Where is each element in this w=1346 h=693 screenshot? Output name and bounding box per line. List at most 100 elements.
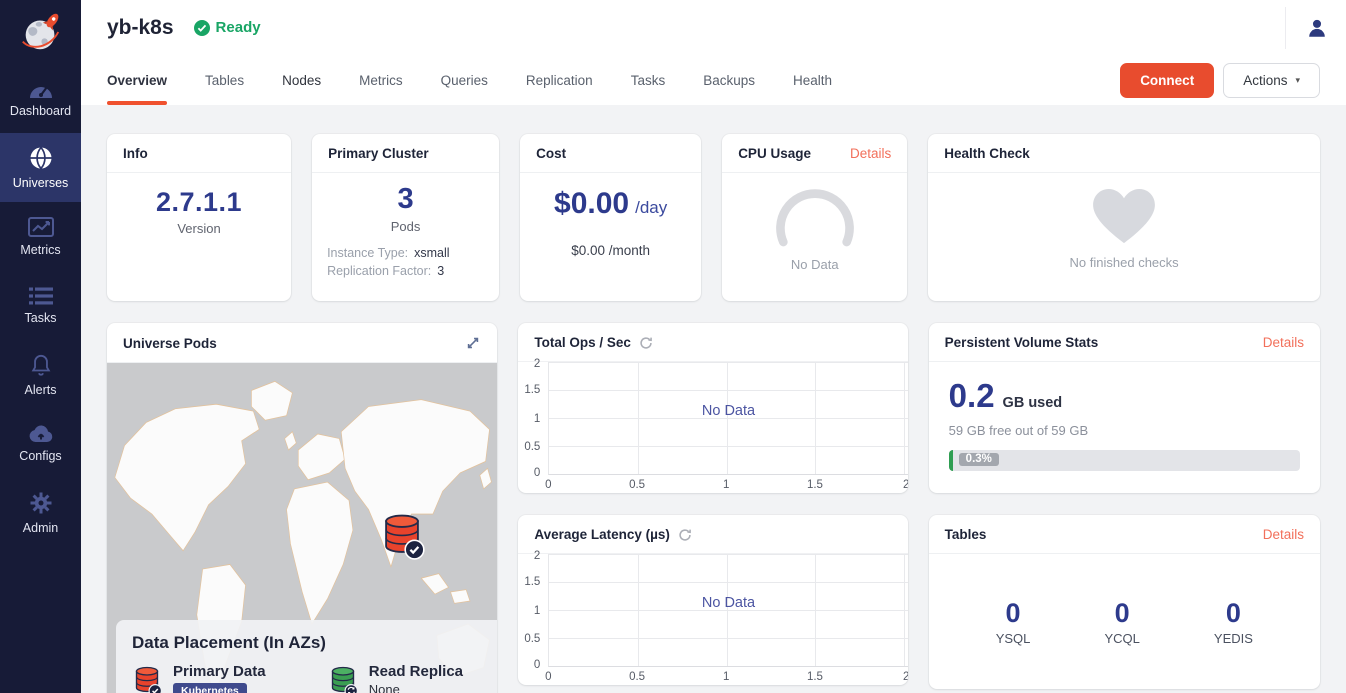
refresh-icon[interactable] <box>639 336 653 350</box>
tab-tables[interactable]: Tables <box>205 55 244 105</box>
pv-usage-bar: 0.3% <box>949 450 1300 471</box>
sidebar-item-dashboard[interactable]: Dashboard <box>0 64 81 133</box>
app-root: Dashboard Universes Metrics <box>0 0 1346 693</box>
sidebar-item-admin[interactable]: Admin <box>0 478 81 547</box>
tab-replication[interactable]: Replication <box>526 55 593 105</box>
average-latency-card: Average Latency (µs) 2 1.5 <box>518 515 907 685</box>
tab-nodes[interactable]: Nodes <box>282 55 321 105</box>
instance-type-row: Instance Type:xsmall <box>327 246 484 260</box>
sidebar-item-label: Alerts <box>25 383 57 397</box>
card-title: Tables <box>945 527 987 542</box>
sidebar: Dashboard Universes Metrics <box>0 0 81 693</box>
universe-title-row: yb-k8s Ready <box>81 0 1346 55</box>
sidebar-item-label: Admin <box>23 521 58 535</box>
expand-icon[interactable] <box>465 335 481 351</box>
tab-overview[interactable]: Overview <box>107 55 167 105</box>
x-axis: 0 0.5 1 1.5 2 <box>548 476 907 493</box>
connect-button[interactable]: Connect <box>1120 63 1214 98</box>
pv-used-value: 0.2 <box>949 377 995 415</box>
cost-per-day-value: $0.00 <box>554 187 629 221</box>
average-latency-chart: 2 1.5 1 0.5 0 No Data <box>518 554 907 685</box>
no-data-label: No Data <box>702 595 755 611</box>
version-caption: Version <box>177 221 220 236</box>
read-replica-legend: Read Replica None <box>328 663 463 693</box>
map-column: Universe Pods <box>107 323 497 693</box>
yedis-count-item: 0 YEDIS <box>1214 598 1253 646</box>
metrics-chart-icon <box>28 217 54 237</box>
user-profile-icon[interactable] <box>1306 17 1328 39</box>
status-badge: Ready <box>194 19 261 36</box>
pods-count: 3 <box>398 183 414 216</box>
data-placement-overlay: Data Placement (In AZs) <box>116 620 497 693</box>
total-ops-card: Total Ops / Sec 2 1.5 1 <box>518 323 907 493</box>
card-title: Info <box>123 146 148 161</box>
tables-details-link[interactable]: Details <box>1263 527 1304 542</box>
summary-cards-row: Info 2.7.1.1 Version Primary Cluster 3 P… <box>107 134 1320 301</box>
universe-tabs-row: Overview Tables Nodes Metrics Queries Re… <box>81 55 1346 105</box>
sidebar-item-label: Dashboard <box>10 104 71 118</box>
info-card: Info 2.7.1.1 Version <box>107 134 291 301</box>
tab-metrics[interactable]: Metrics <box>359 55 403 105</box>
world-map[interactable]: Data Placement (In AZs) <box>107 363 497 693</box>
universe-tabs: Overview Tables Nodes Metrics Queries Re… <box>107 55 832 105</box>
charts-column: Total Ops / Sec 2 1.5 1 <box>518 323 907 693</box>
topbar: yb-k8s Ready Overview Table <box>81 0 1346 105</box>
yugabyte-logo[interactable] <box>0 0 81 64</box>
configs-cloud-icon <box>28 424 54 443</box>
cost-per-month: $0.00 /month <box>571 243 650 258</box>
card-title: Cost <box>536 146 566 161</box>
sidebar-item-alerts[interactable]: Alerts <box>0 340 81 409</box>
tab-health[interactable]: Health <box>793 55 832 105</box>
sidebar-item-label: Metrics <box>20 243 60 257</box>
card-title: Health Check <box>944 146 1030 161</box>
cost-unit: /day <box>635 198 667 218</box>
read-replica-label: Read Replica <box>369 663 463 680</box>
card-title: Average Latency (µs) <box>534 527 692 542</box>
sidebar-item-universes[interactable]: Universes <box>0 133 81 202</box>
plot-area: No Data <box>548 554 907 667</box>
card-title: Persistent Volume Stats <box>945 335 1099 350</box>
plot-area: No Data <box>548 362 907 475</box>
data-placement-title: Data Placement (In AZs) <box>132 633 488 653</box>
status-label: Ready <box>216 19 261 36</box>
sidebar-item-label: Configs <box>19 449 61 463</box>
heart-icon <box>1093 189 1155 245</box>
primary-data-db-icon <box>132 663 162 693</box>
universe-name: yb-k8s <box>107 16 174 40</box>
sidebar-item-label: Tasks <box>25 311 57 325</box>
topbar-right <box>1285 7 1328 49</box>
actions-dropdown-button[interactable]: Actions ▾ <box>1223 63 1320 98</box>
admin-gear-icon <box>29 491 53 515</box>
sidebar-item-configs[interactable]: Configs <box>0 409 81 478</box>
tab-tasks[interactable]: Tasks <box>631 55 666 105</box>
pods-caption: Pods <box>391 219 421 234</box>
sidebar-item-metrics[interactable]: Metrics <box>0 202 81 271</box>
tab-queries[interactable]: Queries <box>441 55 488 105</box>
overview-content: Info 2.7.1.1 Version Primary Cluster 3 P… <box>81 105 1346 693</box>
stats-column: Persistent Volume Stats Details 0.2 GB u… <box>929 323 1320 693</box>
pv-free-label: 59 GB free out of 59 GB <box>949 423 1300 438</box>
check-circle-icon <box>194 20 210 36</box>
pv-used-unit: GB used <box>1003 395 1063 411</box>
y-axis: 2 1.5 1 0.5 0 <box>518 362 544 475</box>
persistent-volume-card: Persistent Volume Stats Details 0.2 GB u… <box>929 323 1320 493</box>
primary-data-label: Primary Data <box>173 663 315 680</box>
cpu-details-link[interactable]: Details <box>850 146 891 161</box>
card-title: CPU Usage <box>738 146 811 161</box>
ysql-count-item: 0 YSQL <box>996 598 1031 646</box>
header-actions: Connect Actions ▾ <box>1120 55 1320 105</box>
globe-icon <box>29 146 53 170</box>
tables-card: Tables Details 0 YSQL 0 YCQL <box>929 515 1320 689</box>
cpu-usage-card: CPU Usage Details No Data <box>722 134 907 301</box>
primary-data-marker-icon[interactable] <box>379 511 425 561</box>
cost-card: Cost $0.00 /day $0.00 /month <box>520 134 701 301</box>
ycql-count-item: 0 YCQL <box>1104 598 1139 646</box>
alerts-bell-icon <box>30 353 52 377</box>
tab-backups[interactable]: Backups <box>703 55 755 105</box>
refresh-icon[interactable] <box>678 528 692 542</box>
pv-details-link[interactable]: Details <box>1263 335 1304 350</box>
lower-grid: Universe Pods <box>107 323 1320 693</box>
card-title: Universe Pods <box>123 336 217 351</box>
sidebar-item-tasks[interactable]: Tasks <box>0 271 81 340</box>
pv-usage-percent: 0.3% <box>959 453 999 466</box>
